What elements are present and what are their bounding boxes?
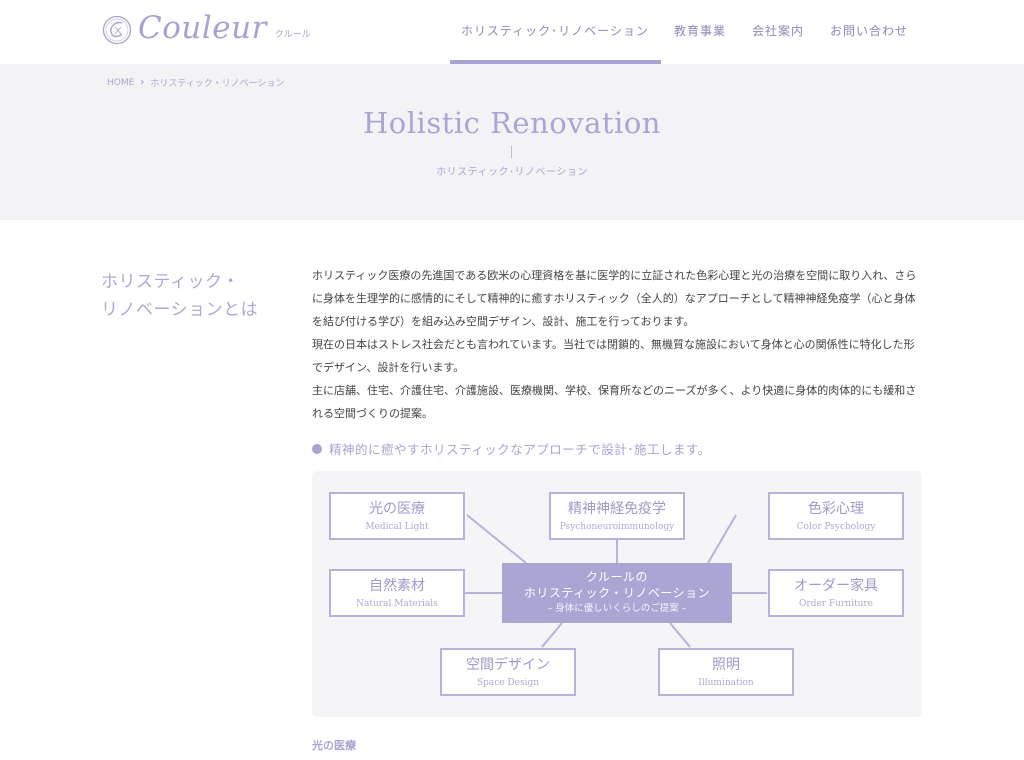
node-subtitle: Space Design	[476, 678, 540, 688]
node-title: 照明	[712, 657, 740, 673]
node-subtitle: Medical Light	[365, 522, 429, 532]
page-subtitle: ホリスティック･リノベーション	[436, 167, 588, 178]
intro-text: ホリスティック医療の先進国である欧米の心理資格を基に医学的に立証された色彩心理と…	[312, 264, 918, 425]
logo-emblem-icon	[102, 15, 132, 45]
logo-subtitle: クルール	[274, 30, 311, 40]
nav-company[interactable]: 会社案内	[739, 0, 817, 64]
breadcrumb-current: ホリスティック・リノベーション	[150, 79, 285, 89]
approach-heading: 精神的に癒やすホリスティックなアプローチで設計･施工します。	[312, 439, 711, 458]
page-title: Holistic Renovation	[363, 106, 661, 140]
bullet-dot-icon	[312, 443, 322, 454]
node-title: 色彩心理	[808, 501, 864, 517]
breadcrumb-home-link[interactable]: HOME	[107, 78, 134, 88]
node-medical-light: 光の医療 Medical Light	[329, 492, 465, 540]
center-subtitle: – 身体に優しいくらしのご提案 –	[547, 603, 687, 614]
section-title-line1: ホリスティック・	[101, 272, 240, 292]
node-title: オーダー家具	[794, 578, 878, 594]
node-title: 精神神経免疫学	[568, 501, 666, 517]
node-center: クルールの ホリスティック・リノベーション – 身体に優しいくらしのご提案 –	[502, 563, 732, 623]
site-header: Couleur クルール ホリスティック･リノベーション 教育事業 会社案内 お…	[0, 0, 1024, 64]
nav-education[interactable]: 教育事業	[661, 0, 739, 64]
center-title-line2: ホリスティック・リノベーション	[523, 586, 711, 600]
intro-paragraph: 主に店舗、住宅、介護住宅、介護施設、医療機関、学校、保育所などのニーズが多く、よ…	[312, 384, 917, 420]
chevron-right-icon: ›	[140, 77, 145, 88]
title-divider	[511, 146, 512, 158]
nav-contact[interactable]: お問い合わせ	[817, 0, 921, 64]
node-subtitle: Illumination	[698, 678, 754, 688]
intro-paragraph: ホリスティック医療の先進国である欧米の心理資格を基に医学的に立証された色彩心理と…	[312, 269, 917, 328]
node-order-furniture: オーダー家具 Order Furniture	[768, 569, 904, 617]
node-subtitle: Natural Materials	[356, 599, 438, 609]
node-title: 空間デザイン	[466, 657, 550, 673]
nav-holistic-renovation[interactable]: ホリスティック･リノベーション	[449, 0, 661, 64]
node-subtitle: Color Psychology	[796, 522, 876, 532]
section-title: ホリスティック・ リノベーションとは	[101, 268, 258, 324]
holistic-diagram: 光の医療 Medical Light 精神神経免疫学 Psychoneuroim…	[312, 471, 922, 717]
medical-light-heading: 光の医療	[312, 739, 356, 752]
node-space-design: 空間デザイン Space Design	[440, 648, 576, 696]
site-logo[interactable]: Couleur クルール	[102, 11, 311, 45]
page-banner: HOME › ホリスティック・リノベーション Holistic Renovati…	[0, 64, 1024, 220]
node-natural-materials: 自然素材 Natural Materials	[329, 569, 465, 617]
center-title-line1: クルールの	[585, 570, 649, 584]
intro-paragraph: 現在の日本はストレス社会だとも言われています。当社では閉鎖的、無機質な施設におい…	[312, 338, 915, 374]
node-subtitle: Psychoneuroimmunology	[559, 522, 675, 532]
approach-heading-text: 精神的に癒やすホリスティックなアプローチで設計･施工します。	[329, 442, 711, 457]
global-nav: ホリスティック･リノベーション 教育事業 会社案内 お問い合わせ	[449, 0, 921, 64]
node-psychoneuroimmunology: 精神神経免疫学 Psychoneuroimmunology	[549, 492, 685, 540]
node-color-psychology: 色彩心理 Color Psychology	[768, 492, 904, 540]
breadcrumb: HOME › ホリスティック・リノベーション	[107, 76, 284, 89]
section-title-line2: リノベーションとは	[101, 300, 259, 320]
node-title: 自然素材	[369, 578, 425, 594]
node-title: 光の医療	[369, 501, 425, 517]
node-subtitle: Order Furniture	[799, 599, 873, 609]
logo-wordmark: Couleur	[138, 10, 267, 46]
node-illumination: 照明 Illumination	[658, 648, 794, 696]
